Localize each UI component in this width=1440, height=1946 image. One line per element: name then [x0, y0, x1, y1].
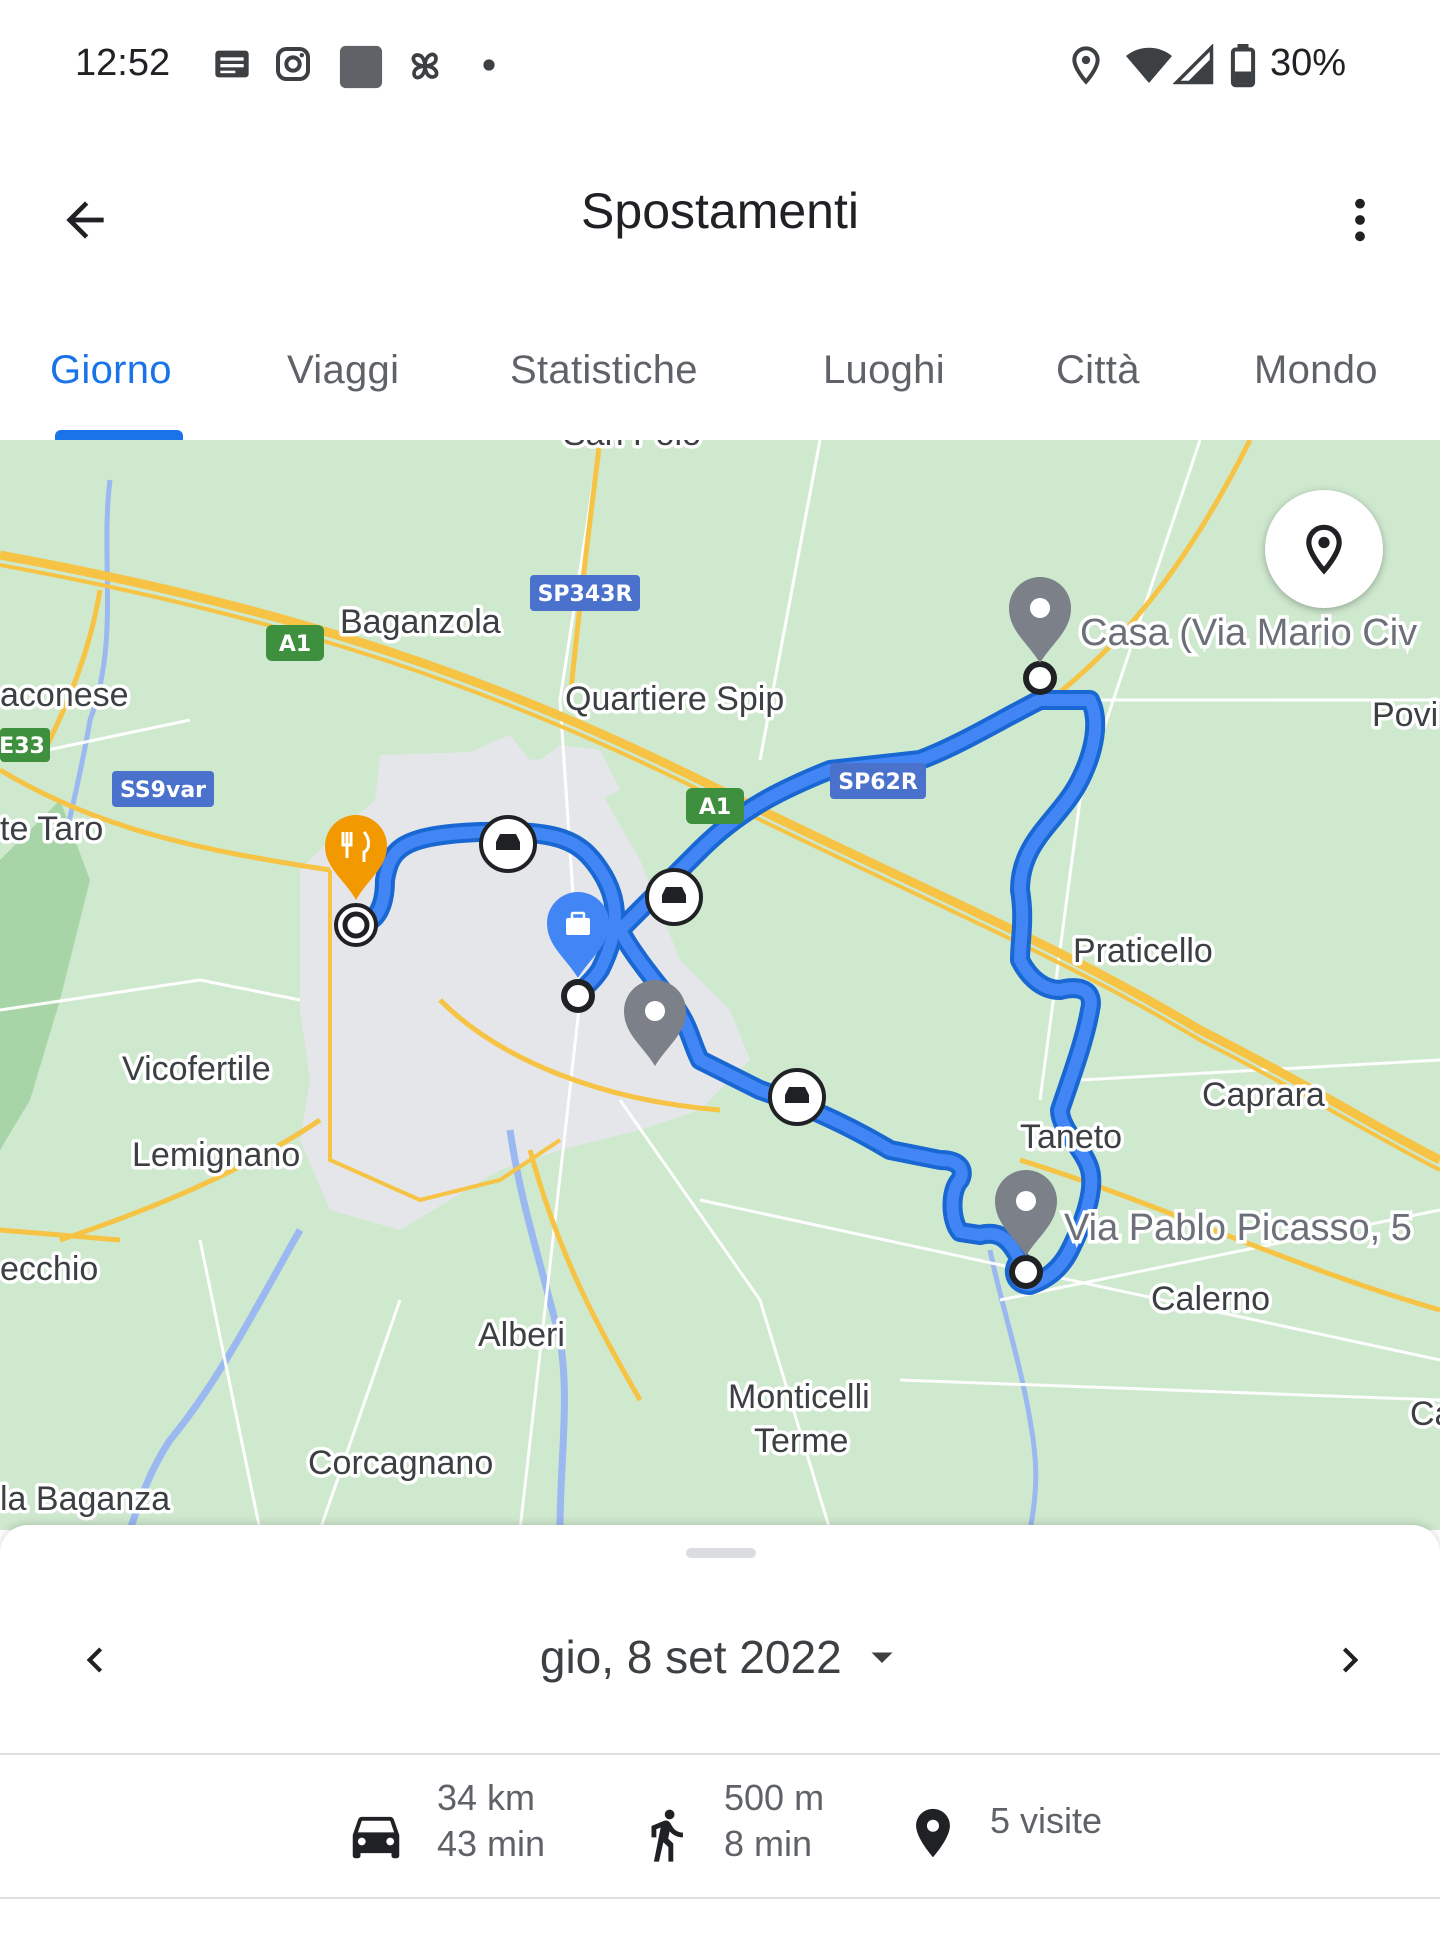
svg-text:A1: A1 — [279, 632, 311, 657]
route-stop-ring[interactable] — [1009, 1255, 1043, 1289]
label-roncopascolo: aconese — [0, 676, 129, 714]
car-icon — [352, 1816, 400, 1859]
label-corcagnano: Corcagnano — [308, 1444, 493, 1482]
battery-icon — [1230, 44, 1256, 88]
tab-luoghi[interactable]: Luoghi — [823, 348, 945, 393]
page-title: Spostamenti — [581, 183, 859, 239]
sheet-drag-handle[interactable] — [686, 1548, 756, 1558]
highways — [0, 440, 1440, 1402]
location-button[interactable] — [1265, 490, 1383, 608]
driving-distance: 34 km — [437, 1777, 536, 1818]
tab-bar: Giorno Viaggi Statistiche Luoghi Città M… — [0, 300, 1440, 441]
tab-statistiche[interactable]: Statistiche — [510, 348, 698, 393]
label-praticello: Praticello — [1073, 932, 1213, 970]
location-icon — [1072, 46, 1100, 85]
divider — [0, 1897, 1440, 1899]
route-stop-ring[interactable] — [1023, 661, 1057, 695]
visits-count: 5 visite — [990, 1800, 1103, 1841]
svg-text:SP62R: SP62R — [838, 770, 918, 795]
instagram-icon — [276, 47, 310, 81]
label-quartiere-spip: Quartiere Spip — [565, 680, 784, 718]
dot-icon — [483, 59, 495, 71]
wifi-icon — [1126, 47, 1172, 83]
label-alberi: Alberi — [478, 1316, 565, 1354]
car-icon[interactable] — [479, 815, 537, 873]
fan-icon — [411, 52, 439, 80]
label-edge-c: Ca — [1410, 1395, 1440, 1433]
shield-ss9var: SS9var — [112, 771, 214, 807]
home-pin[interactable] — [1009, 577, 1071, 663]
walking-stats: 500 m 8 min — [724, 1775, 824, 1867]
car-icon[interactable] — [768, 1068, 826, 1126]
next-day-button[interactable] — [1320, 1630, 1380, 1690]
label-ponte-taro: te Taro — [0, 810, 103, 848]
app-bar: Spostamenti — [0, 130, 1440, 300]
app-square-icon — [339, 45, 383, 89]
label-san-polo: San Polo — [563, 440, 701, 453]
route-stop-ring[interactable] — [334, 903, 378, 947]
day-summary-sheet: gio, 8 set 2022 34 km 43 min 500 m 8 min… — [0, 1525, 1440, 1946]
arrow-drop-down-icon — [871, 1652, 893, 1663]
svg-text:E33: E33 — [0, 734, 45, 759]
park-area — [0, 800, 90, 1150]
tab-citta[interactable]: Città — [1056, 348, 1140, 393]
visits-stats: 5 visite — [990, 1798, 1102, 1844]
location-pin-icon — [1306, 524, 1342, 575]
driving-duration: 43 min — [437, 1823, 546, 1864]
tab-giorno[interactable]: Giorno — [50, 348, 172, 393]
walk-icon — [651, 1809, 683, 1862]
driving-stats: 34 km 43 min — [437, 1775, 545, 1867]
svg-text:SP343R: SP343R — [538, 582, 633, 607]
signal-icon — [1173, 44, 1214, 85]
shield-sp343r: SP343R — [530, 575, 640, 611]
label-lemignano: Lemignano — [132, 1136, 300, 1174]
date-label: gio, 8 set 2022 — [539, 1631, 842, 1683]
place-icon — [916, 1808, 950, 1858]
label-taneto: Taneto — [1020, 1118, 1122, 1156]
label-vicofertile: Vicofertile — [122, 1050, 271, 1088]
label-baganzola: Baganzola — [340, 603, 501, 641]
divider — [0, 1753, 1440, 1755]
label-vecchio: ecchio — [0, 1250, 98, 1288]
label-via-picasso: Via Pablo Picasso, 5 — [1064, 1207, 1412, 1249]
label-baganza: la Baganza — [0, 1480, 170, 1518]
battery-percent: 30% — [1270, 42, 1347, 84]
news-icon — [215, 50, 249, 78]
tab-viaggi[interactable]: Viaggi — [287, 348, 399, 393]
status-time: 12:52 — [75, 42, 171, 84]
active-tab-indicator — [55, 430, 183, 440]
shield-sp62r: SP62R — [830, 763, 926, 799]
timeline-map[interactable]: SP343R A1 A1 E33 SS9var SP62R San Polo B… — [0, 440, 1440, 1530]
date-selector[interactable]: gio, 8 set 2022 — [0, 1630, 1440, 1684]
walking-duration: 8 min — [724, 1823, 813, 1864]
more-options-button[interactable] — [1330, 185, 1390, 255]
label-caprara: Caprara — [1202, 1076, 1325, 1114]
chevron-right-icon — [1342, 1647, 1359, 1673]
urban-area-parma — [300, 735, 750, 1230]
shield-a1-west: A1 — [266, 625, 324, 661]
svg-text:A1: A1 — [699, 795, 731, 820]
label-monticelli: Monticelli — [728, 1378, 870, 1416]
car-icon[interactable] — [645, 868, 703, 926]
more-vert-icon — [1355, 198, 1365, 242]
route-stop-ring[interactable] — [561, 979, 595, 1013]
label-casa: Casa (Via Mario Civ — [1080, 612, 1417, 654]
shield-e33: E33 — [0, 728, 50, 762]
status-bar: 12:52 30% — [0, 0, 1440, 130]
label-povi: Povi — [1372, 696, 1438, 734]
shield-a1-east: A1 — [686, 788, 744, 824]
walking-distance: 500 m — [724, 1777, 825, 1818]
label-monticelli-terme: Terme — [754, 1422, 848, 1460]
tab-mondo[interactable]: Mondo — [1254, 348, 1378, 393]
svg-text:SS9var: SS9var — [120, 778, 206, 803]
label-calerno: Calerno — [1151, 1280, 1270, 1318]
